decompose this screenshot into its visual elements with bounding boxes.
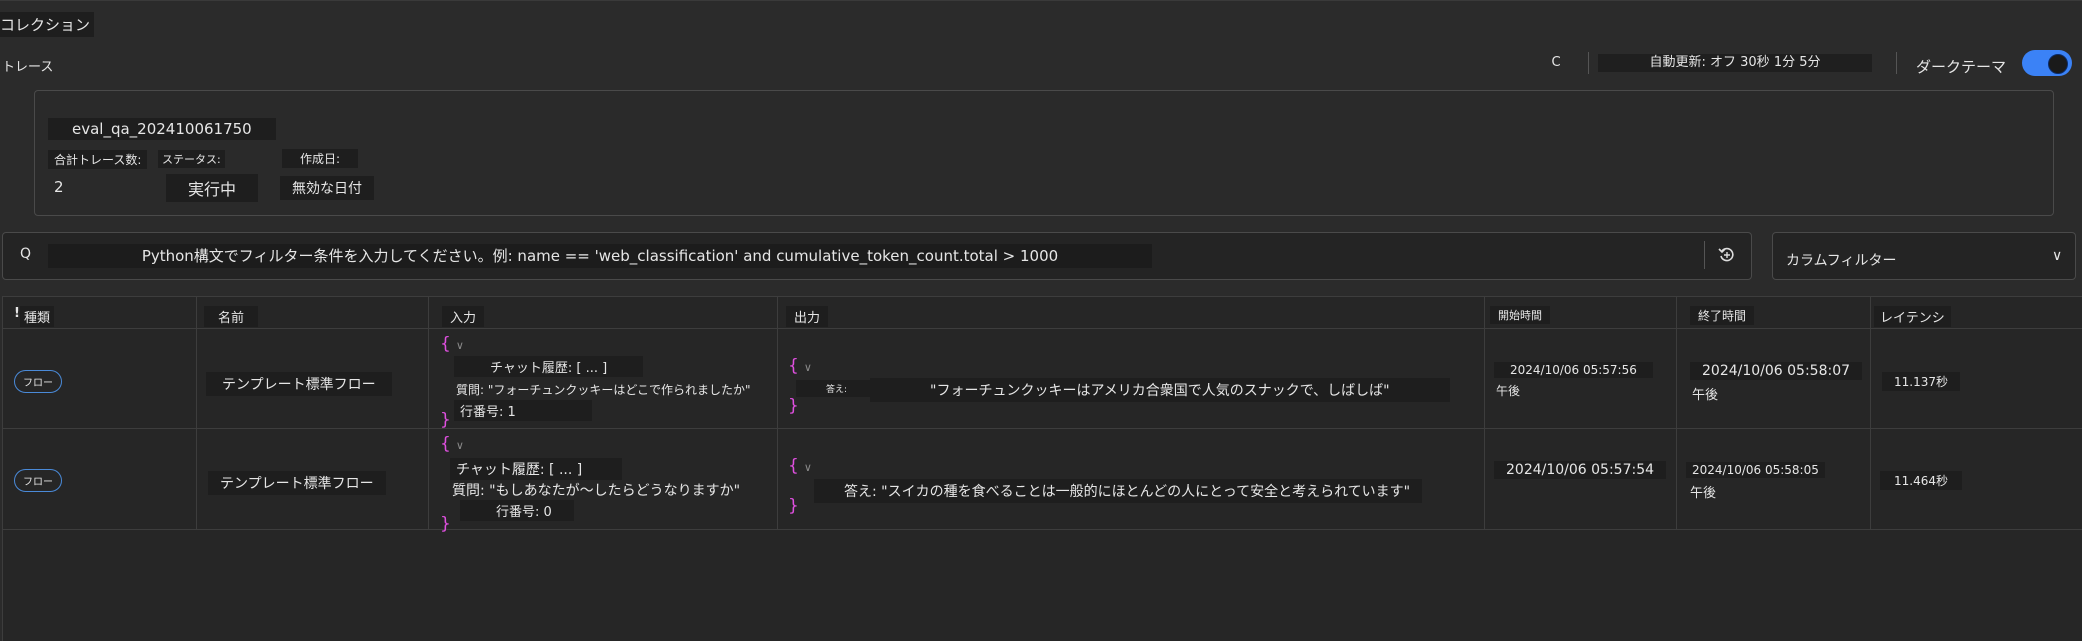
column-header-input[interactable]: 入力 xyxy=(442,306,485,327)
header-divider xyxy=(1896,52,1897,74)
column-header-name[interactable]: 名前 xyxy=(204,306,259,327)
column-divider xyxy=(1870,296,1871,529)
total-traces-value: 2 xyxy=(54,178,64,196)
collection-title: コレクション xyxy=(0,12,95,37)
input-json-open: { ∨ xyxy=(440,334,464,354)
column-header-end-time[interactable]: 終了時間 xyxy=(1690,306,1755,325)
auto-refresh-control[interactable]: 自動更新: オフ 30秒 1分 5分 xyxy=(1598,54,1872,72)
column-header-start-time[interactable]: 開始時間 xyxy=(1490,306,1550,324)
end-time: 2024/10/06 05:58:07 xyxy=(1690,362,1863,380)
output-json-close: } xyxy=(788,396,799,416)
top-border xyxy=(0,0,2082,1)
output-json-open: { ∨ xyxy=(788,456,812,476)
input-chat-history[interactable]: チャット履歴: [ ... ] xyxy=(450,458,623,480)
start-time-ampm: 午後 xyxy=(1496,384,1521,398)
latency-value: 11.137秒 xyxy=(1882,372,1960,391)
input-question: 質問: "もしあなたが〜したらどうなりますか" xyxy=(452,483,741,499)
chevron-down-icon[interactable]: ∨ xyxy=(804,361,812,374)
output-answer-key: 答え: xyxy=(796,380,878,397)
output-json-close: } xyxy=(788,496,799,516)
input-question: 質問: "フォーチュンクッキーはどこで作られましたか" xyxy=(456,383,751,397)
filter-divider xyxy=(1704,241,1705,269)
start-time: 2024/10/06 05:57:54 xyxy=(1494,461,1667,479)
total-traces-label: 合計トレース数: xyxy=(48,150,148,169)
header-row-divider xyxy=(2,328,2082,329)
column-divider xyxy=(1676,296,1677,529)
filter-input[interactable] xyxy=(48,244,1152,268)
chevron-down-icon[interactable]: ∨ xyxy=(804,461,812,474)
kind-badge: フロー xyxy=(14,469,62,492)
column-filter-label: カラムフィルター xyxy=(1786,253,1897,269)
trace-name[interactable]: テンプレート標準フロー xyxy=(208,471,386,495)
output-answer: 答え: "スイカの種を食べることは一般的にほとんどの人にとって安全と考えられてい… xyxy=(814,479,1423,503)
input-line-number: 行番号: 0 xyxy=(460,500,574,521)
dark-theme-label: ダークテーマ xyxy=(1916,58,2007,76)
search-icon: Q xyxy=(20,246,32,262)
chevron-down-icon[interactable]: ∨ xyxy=(456,439,464,452)
status-label: ステータス: xyxy=(158,150,225,168)
input-json-close: } xyxy=(440,410,451,430)
input-chat-history[interactable]: チャット履歴: [ ... ] xyxy=(454,356,644,377)
trace-name[interactable]: テンプレート標準フロー xyxy=(206,372,392,396)
input-json-close: } xyxy=(440,514,451,534)
output-json-open: { ∨ xyxy=(788,356,812,376)
input-line-number: 行番号: 1 xyxy=(454,400,592,421)
end-time-ampm: 午後 xyxy=(1692,388,1719,403)
column-divider xyxy=(196,296,197,529)
chevron-down-icon: ∨ xyxy=(2052,248,2063,264)
column-header-latency[interactable]: レイテンシ xyxy=(1874,306,1951,327)
column-divider xyxy=(1484,296,1485,529)
latency-value: 11.464秒 xyxy=(1880,471,1962,490)
header-divider xyxy=(1588,52,1589,74)
reset-filter-icon[interactable] xyxy=(1714,242,1740,268)
end-time-ampm: 午後 xyxy=(1690,486,1717,501)
column-divider xyxy=(777,296,778,529)
created-date-label: 作成日: xyxy=(282,149,359,168)
run-name: eval_qa_202410061750 xyxy=(48,118,276,140)
column-header-output[interactable]: 出力 xyxy=(786,306,829,327)
column-header-kind[interactable]: 種類 xyxy=(20,306,55,327)
row-divider xyxy=(2,428,2082,429)
output-answer: "フォーチュンクッキーはアメリカ合衆国で人気のスナックで、しばしば" xyxy=(870,378,1450,402)
start-time: 2024/10/06 05:57:56 xyxy=(1494,362,1653,378)
toggle-knob xyxy=(2048,54,2068,74)
status-badge: 実行中 xyxy=(166,174,259,202)
column-divider xyxy=(428,296,429,529)
refresh-icon[interactable]: C xyxy=(1544,52,1568,74)
traces-section-label: トレース xyxy=(2,60,54,75)
row-divider xyxy=(2,529,2082,530)
dark-theme-toggle[interactable] xyxy=(2022,50,2072,76)
end-time: 2024/10/06 05:58:05 xyxy=(1686,462,1825,478)
kind-badge: フロー xyxy=(14,370,62,393)
created-date-value: 無効な日付 xyxy=(280,176,374,200)
input-json-open: { ∨ xyxy=(440,434,464,454)
chevron-down-icon[interactable]: ∨ xyxy=(456,339,464,352)
